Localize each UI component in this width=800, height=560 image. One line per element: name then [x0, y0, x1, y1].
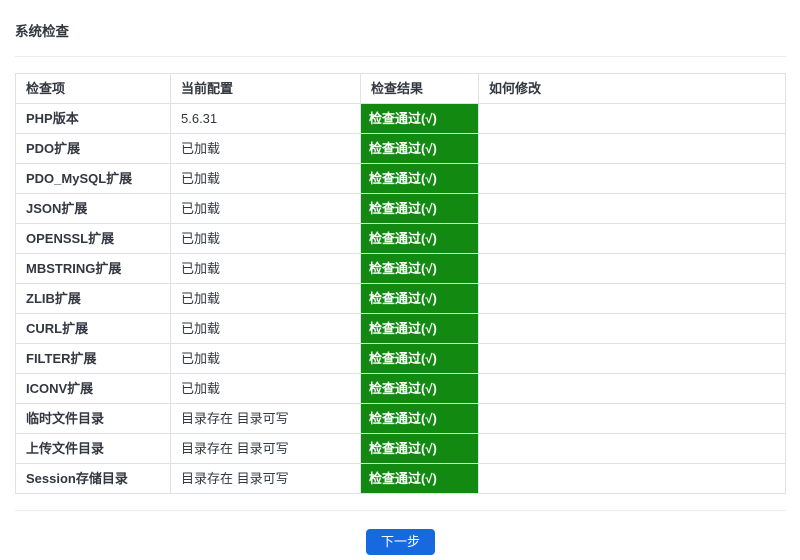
column-header-check-item: 检查项: [15, 73, 171, 104]
check-item-cell: OPENSSL扩展: [15, 223, 171, 254]
check-result-badge: 检查通过(√): [360, 283, 479, 314]
table-row: FILTER扩展 已加载 检查通过(√): [15, 343, 786, 374]
table-row: PDO_MySQL扩展 已加载 检查通过(√): [15, 163, 786, 194]
header-row: 检查项 当前配置 检查结果 如何修改: [15, 73, 786, 104]
check-item-cell: ZLIB扩展: [15, 283, 171, 314]
table-row: PHP版本 5.6.31 检查通过(√): [15, 103, 786, 134]
footer-divider: [15, 510, 786, 511]
check-item-cell: JSON扩展: [15, 193, 171, 224]
fix-suggestion-cell: [478, 283, 786, 314]
check-result-badge: 检查通过(√): [360, 163, 479, 194]
check-item-cell: FILTER扩展: [15, 343, 171, 374]
install-check-page: 系统检查 检查项 当前配置 检查结果 如何修改 PHP版本 5.6.31 检查通…: [15, 0, 786, 555]
check-result-badge: 检查通过(√): [360, 253, 479, 284]
fix-suggestion-cell: [478, 433, 786, 464]
footer-actions: 下一步: [15, 529, 786, 555]
check-item-cell: CURL扩展: [15, 313, 171, 344]
current-config-cell: 已加载: [170, 313, 361, 344]
check-result-badge: 检查通过(√): [360, 193, 479, 224]
check-item-cell: MBSTRING扩展: [15, 253, 171, 284]
check-item-cell: 上传文件目录: [15, 433, 171, 464]
table-row: Session存储目录 目录存在 目录可写 检查通过(√): [15, 463, 786, 494]
current-config-cell: 目录存在 目录可写: [170, 463, 361, 494]
check-result-badge: 检查通过(√): [360, 373, 479, 404]
table-row: PDO扩展 已加载 检查通过(√): [15, 133, 786, 164]
table-row: 上传文件目录 目录存在 目录可写 检查通过(√): [15, 433, 786, 464]
table-body: PHP版本 5.6.31 检查通过(√) PDO扩展 已加载 检查通过(√) P…: [15, 103, 786, 494]
table-row: ZLIB扩展 已加载 检查通过(√): [15, 283, 786, 314]
fix-suggestion-cell: [478, 223, 786, 254]
fix-suggestion-cell: [478, 163, 786, 194]
current-config-cell: 已加载: [170, 163, 361, 194]
current-config-cell: 已加载: [170, 343, 361, 374]
check-item-cell: PDO扩展: [15, 133, 171, 164]
check-result-badge: 检查通过(√): [360, 223, 479, 254]
fix-suggestion-cell: [478, 193, 786, 224]
column-header-how-to-fix: 如何修改: [478, 73, 786, 104]
table-row: 临时文件目录 目录存在 目录可写 检查通过(√): [15, 403, 786, 434]
check-item-cell: 临时文件目录: [15, 403, 171, 434]
check-result-badge: 检查通过(√): [360, 433, 479, 464]
current-config-cell: 5.6.31: [170, 103, 361, 134]
current-config-cell: 已加载: [170, 373, 361, 404]
table-row: OPENSSL扩展 已加载 检查通过(√): [15, 223, 786, 254]
fix-suggestion-cell: [478, 313, 786, 344]
fix-suggestion-cell: [478, 133, 786, 164]
check-item-cell: PDO_MySQL扩展: [15, 163, 171, 194]
check-item-cell: PHP版本: [15, 103, 171, 134]
next-step-button[interactable]: 下一步: [365, 529, 435, 555]
check-item-cell: Session存储目录: [15, 463, 171, 494]
fix-suggestion-cell: [478, 403, 786, 434]
table-row: JSON扩展 已加载 检查通过(√): [15, 193, 786, 224]
check-result-badge: 检查通过(√): [360, 463, 479, 494]
table-header: 检查项 当前配置 检查结果 如何修改: [15, 73, 786, 104]
table-row: CURL扩展 已加载 检查通过(√): [15, 313, 786, 344]
fix-suggestion-cell: [478, 103, 786, 134]
current-config-cell: 目录存在 目录可写: [170, 403, 361, 434]
check-result-badge: 检查通过(√): [360, 343, 479, 374]
check-result-badge: 检查通过(√): [360, 313, 479, 344]
current-config-cell: 已加载: [170, 133, 361, 164]
page-title: 系统检查: [15, 24, 69, 39]
current-config-cell: 目录存在 目录可写: [170, 433, 361, 464]
check-result-badge: 检查通过(√): [360, 103, 479, 134]
system-check-table: 检查项 当前配置 检查结果 如何修改 PHP版本 5.6.31 检查通过(√) …: [15, 73, 786, 494]
title-divider: [15, 56, 786, 57]
fix-suggestion-cell: [478, 253, 786, 284]
check-result-badge: 检查通过(√): [360, 403, 479, 434]
current-config-cell: 已加载: [170, 223, 361, 254]
check-result-badge: 检查通过(√): [360, 133, 479, 164]
current-config-cell: 已加载: [170, 283, 361, 314]
fix-suggestion-cell: [478, 343, 786, 374]
fix-suggestion-cell: [478, 463, 786, 494]
current-config-cell: 已加载: [170, 253, 361, 284]
current-config-cell: 已加载: [170, 193, 361, 224]
table-row: ICONV扩展 已加载 检查通过(√): [15, 373, 786, 404]
check-item-cell: ICONV扩展: [15, 373, 171, 404]
column-header-current-config: 当前配置: [170, 73, 361, 104]
column-header-check-result: 检查结果: [360, 73, 479, 104]
table-row: MBSTRING扩展 已加载 检查通过(√): [15, 253, 786, 284]
fix-suggestion-cell: [478, 373, 786, 404]
